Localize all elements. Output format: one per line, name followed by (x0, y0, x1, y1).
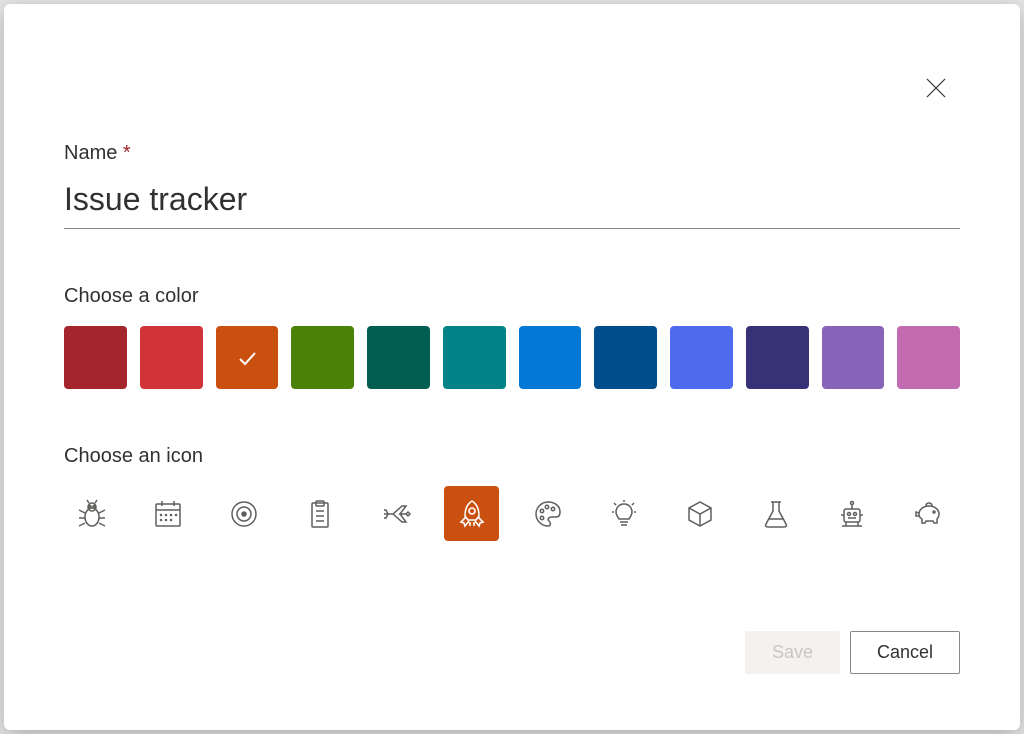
icon-tile-lightbulb[interactable] (596, 486, 651, 541)
clipboard-icon (304, 498, 336, 530)
cancel-button[interactable]: Cancel (850, 631, 960, 674)
icon-tile-palette[interactable] (520, 486, 575, 541)
color-swatch-blue[interactable] (519, 326, 582, 389)
close-button[interactable] (920, 72, 952, 104)
required-indicator: * (123, 142, 131, 164)
rocket-icon (456, 498, 488, 530)
icon-tile-calendar[interactable] (140, 486, 195, 541)
color-swatch-pink[interactable] (897, 326, 960, 389)
name-input[interactable] (64, 177, 960, 229)
close-icon (925, 77, 947, 99)
piggy-bank-icon (912, 498, 944, 530)
color-swatch-dark-red[interactable] (64, 326, 127, 389)
color-swatch-dark-teal[interactable] (367, 326, 430, 389)
palette-icon (532, 498, 564, 530)
dialog-footer: Save Cancel (745, 631, 960, 674)
icon-tile-flask[interactable] (748, 486, 803, 541)
save-button[interactable]: Save (745, 631, 840, 674)
color-section-label: Choose a color (64, 285, 960, 308)
airplane-icon (380, 498, 412, 530)
check-icon (235, 346, 259, 370)
icon-picker (64, 486, 960, 541)
icon-tile-clipboard[interactable] (292, 486, 347, 541)
color-picker (64, 326, 960, 389)
lightbulb-icon (608, 498, 640, 530)
flask-icon (760, 498, 792, 530)
icon-section-label: Choose an icon (64, 445, 960, 468)
bug-icon (76, 498, 108, 530)
name-label: Name * (64, 142, 960, 165)
color-swatch-red[interactable] (140, 326, 203, 389)
icon-tile-cube[interactable] (672, 486, 727, 541)
color-swatch-green[interactable] (291, 326, 354, 389)
color-swatch-purple[interactable] (822, 326, 885, 389)
icon-tile-rocket[interactable] (444, 486, 499, 541)
icon-tile-robot[interactable] (824, 486, 879, 541)
color-swatch-periwinkle[interactable] (670, 326, 733, 389)
create-list-dialog: Name * Choose a color Choose an icon Sav… (4, 4, 1020, 730)
target-icon (228, 498, 260, 530)
cube-icon (684, 498, 716, 530)
robot-icon (836, 498, 868, 530)
icon-tile-target[interactable] (216, 486, 271, 541)
calendar-icon (152, 498, 184, 530)
color-swatch-orange[interactable] (216, 326, 279, 389)
icon-tile-bug[interactable] (64, 486, 119, 541)
icon-tile-piggy-bank[interactable] (900, 486, 955, 541)
icon-tile-airplane[interactable] (368, 486, 423, 541)
color-swatch-teal[interactable] (443, 326, 506, 389)
color-swatch-navy[interactable] (746, 326, 809, 389)
color-swatch-dark-blue[interactable] (594, 326, 657, 389)
